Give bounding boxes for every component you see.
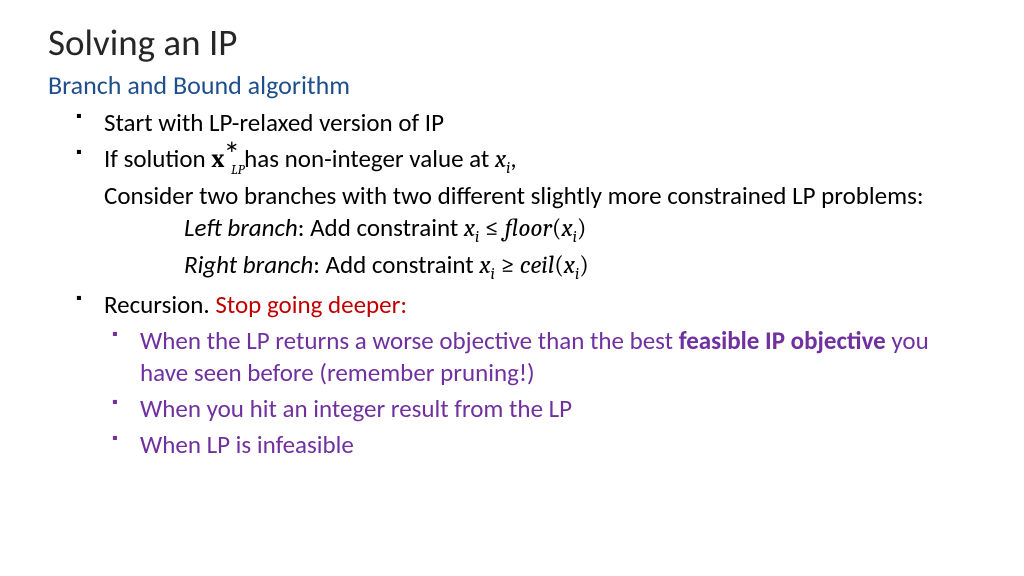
xi-var: xi: [479, 251, 494, 280]
le-op: ≤: [485, 214, 504, 243]
x: x: [464, 214, 475, 243]
sub-bullet-worse-obj: When the LP returns a worse objective th…: [140, 325, 976, 389]
stop-text: Stop going deeper:: [215, 289, 407, 320]
bullet-if-solution: If solution x∗LP has non-integer value a…: [104, 143, 976, 285]
text: has non-integer value at: [238, 143, 494, 174]
xi-var: xi: [495, 145, 510, 174]
i-sub: i: [475, 228, 479, 247]
text: : Add constraint: [298, 212, 464, 243]
branches-intro: Consider two branches with two different…: [104, 180, 976, 212]
x: x: [495, 145, 506, 174]
text: When LP is infeasible: [140, 429, 354, 460]
text: When you hit an integer result from the …: [140, 393, 572, 424]
x: x: [564, 251, 575, 280]
sub-bullet-list: When the LP returns a worse objective th…: [104, 325, 976, 461]
sub-bullet-integer: When you hit an integer result from the …: [140, 393, 976, 425]
rparen: ): [579, 251, 589, 280]
bullet-start-lp: Start with LP-relaxed version of IP: [104, 107, 976, 139]
x: x: [561, 214, 572, 243]
text: : Add constraint: [313, 249, 479, 280]
ge: ≥: [500, 251, 514, 280]
xi-var: xi: [564, 251, 579, 280]
text: If solution: [104, 143, 211, 174]
le: ≤: [485, 214, 499, 243]
sub-bullet-infeasible: When LP is infeasible: [140, 429, 976, 461]
xi-var: xi: [561, 214, 576, 243]
left-branch-line: Left branch: Add constraint xi ≤ floor(x…: [184, 212, 976, 249]
lp-sub: LP: [231, 162, 244, 180]
text: Start with LP-relaxed version of IP: [104, 107, 444, 138]
bullet-list: Start with LP-relaxed version of IP If s…: [48, 107, 976, 461]
slide: Solving an IP Branch and Bound algorithm…: [0, 0, 1024, 576]
xi-var: xi: [464, 214, 479, 243]
right-branch-label: Right branch: [184, 249, 313, 280]
x-bold: x: [211, 145, 224, 174]
i-sub: i: [490, 265, 494, 284]
text: Recursion.: [104, 289, 215, 320]
right-branch-line: Right branch: Add constraint xi ≥ ceil(x…: [184, 249, 976, 286]
bullet-recursion: Recursion. Stop going deeper: When the L…: [104, 289, 976, 461]
slide-title: Solving an IP: [48, 20, 976, 65]
text: When the LP returns a worse objective th…: [140, 325, 679, 356]
rparen: ): [577, 214, 587, 243]
text: ,: [510, 143, 516, 174]
x-star-lp: x∗LP: [211, 144, 238, 176]
slide-subtitle: Branch and Bound algorithm: [48, 69, 976, 101]
left-branch-label: Left branch: [184, 212, 298, 243]
lparen: (: [554, 251, 564, 280]
star-sup: ∗: [225, 138, 239, 159]
x: x: [479, 251, 490, 280]
feasible-ip-bold: feasible IP objective: [679, 325, 886, 356]
ge-op: ≥: [500, 251, 519, 280]
ceil-fn: ceil: [520, 251, 554, 280]
floor-fn: floor: [504, 214, 552, 243]
